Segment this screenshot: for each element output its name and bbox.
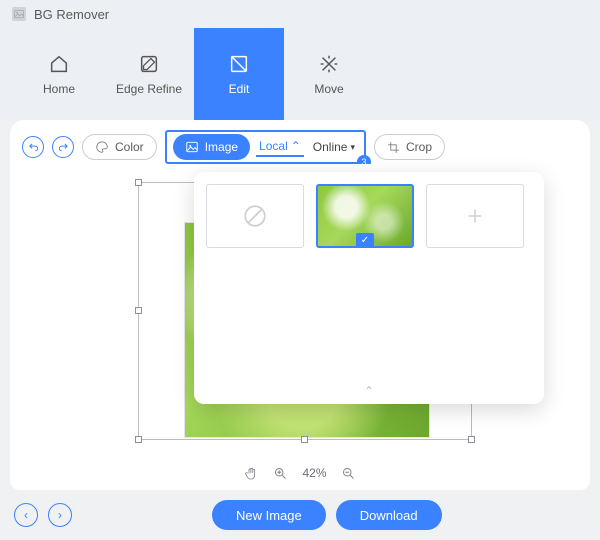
redo-icon xyxy=(58,142,69,153)
source-local-label: Local xyxy=(259,139,288,153)
chevron-up-icon: ⌃ xyxy=(291,139,301,153)
nav-edge-refine[interactable]: Edge Refine xyxy=(104,28,194,120)
color-label: Color xyxy=(115,140,144,154)
source-local-tab[interactable]: Local ⌃ xyxy=(256,137,304,157)
footer: ‹ › New Image Download xyxy=(0,490,600,540)
zoom-out-icon xyxy=(341,466,356,481)
thumb-selected[interactable]: ✓ xyxy=(316,184,414,248)
next-button[interactable]: › xyxy=(48,503,72,527)
palette-icon xyxy=(95,140,109,154)
hand-icon xyxy=(244,466,259,481)
source-online-label: Online xyxy=(313,140,348,154)
new-image-button[interactable]: New Image xyxy=(212,500,326,530)
prev-button[interactable]: ‹ xyxy=(14,503,38,527)
crop-icon xyxy=(387,141,400,154)
resize-handle[interactable] xyxy=(135,179,142,186)
download-button[interactable]: Download xyxy=(336,500,442,530)
app-icon xyxy=(12,7,26,21)
canvas[interactable]: ✓ ⌃ xyxy=(10,164,590,456)
zoom-in-button[interactable] xyxy=(273,466,288,481)
zoom-in-icon xyxy=(273,466,288,481)
thumb-none[interactable] xyxy=(206,184,304,248)
source-online-tab[interactable]: Online ▾ xyxy=(310,138,358,156)
edge-refine-icon xyxy=(138,53,160,75)
thumb-add[interactable] xyxy=(426,184,524,248)
image-source-group: Image Local ⌃ Online ▾ 3 xyxy=(165,130,366,164)
app-title: BG Remover xyxy=(34,7,109,22)
top-nav: Home Edge Refine Edit Move xyxy=(0,28,600,120)
none-icon xyxy=(242,203,268,229)
redo-button[interactable] xyxy=(52,136,74,158)
move-icon xyxy=(318,53,340,75)
plus-icon xyxy=(464,205,486,227)
image-picker-popover: ✓ ⌃ xyxy=(194,172,544,404)
nav-move[interactable]: Move xyxy=(284,28,374,120)
crop-label: Crop xyxy=(406,140,432,154)
resize-handle[interactable] xyxy=(301,436,308,443)
resize-handle[interactable] xyxy=(135,307,142,314)
nav-move-label: Move xyxy=(314,82,343,96)
nav-home-label: Home xyxy=(43,82,75,96)
pan-button[interactable] xyxy=(244,466,259,481)
resize-handle[interactable] xyxy=(135,436,142,443)
color-button[interactable]: Color xyxy=(82,134,157,160)
chevron-left-icon: ‹ xyxy=(24,508,28,522)
crop-button[interactable]: Crop xyxy=(374,134,445,160)
image-button[interactable]: Image xyxy=(173,134,250,160)
zoom-value: 42% xyxy=(302,466,326,480)
chevron-down-icon: ▾ xyxy=(350,142,355,153)
check-icon: ✓ xyxy=(356,233,374,247)
undo-icon xyxy=(28,142,39,153)
popover-collapse[interactable]: ⌃ xyxy=(364,384,374,398)
title-bar: BG Remover xyxy=(0,0,600,28)
nav-edit[interactable]: Edit xyxy=(194,28,284,120)
undo-button[interactable] xyxy=(22,136,44,158)
nav-edge-label: Edge Refine xyxy=(116,82,182,96)
home-icon xyxy=(48,53,70,75)
nav-edit-label: Edit xyxy=(229,82,250,96)
zoom-bar: 42% xyxy=(10,456,590,490)
image-label: Image xyxy=(205,140,238,154)
nav-home[interactable]: Home xyxy=(14,28,104,120)
resize-handle[interactable] xyxy=(468,436,475,443)
zoom-out-button[interactable] xyxy=(341,466,356,481)
edit-icon xyxy=(228,53,250,75)
toolbar: Color Image Local ⌃ Online ▾ 3 Crop xyxy=(10,120,590,164)
image-icon xyxy=(185,140,199,154)
chevron-right-icon: › xyxy=(58,508,62,522)
